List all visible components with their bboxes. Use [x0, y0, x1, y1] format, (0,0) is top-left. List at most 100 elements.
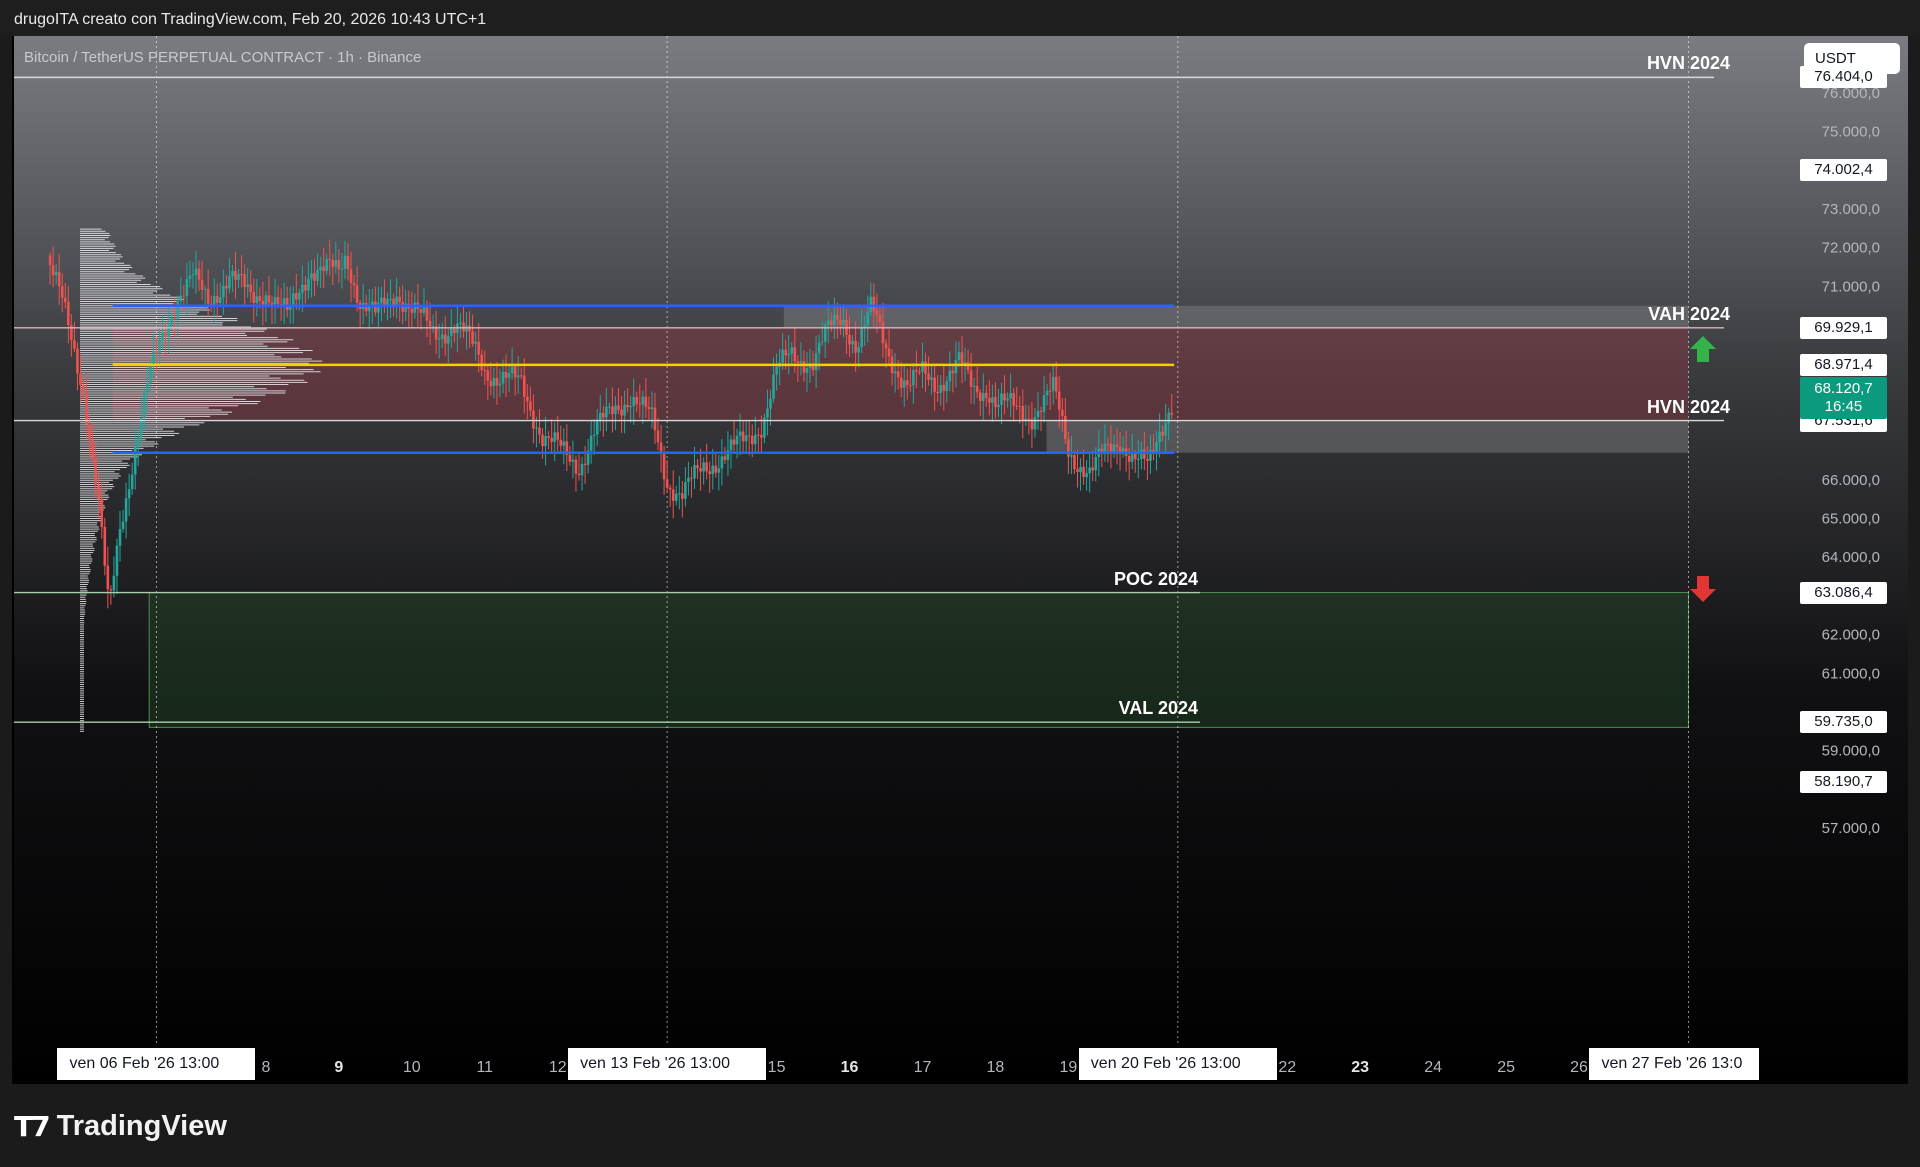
- candle-body: [328, 258, 332, 260]
- x-date-label: ven 06 Feb '26 13:00: [57, 1048, 256, 1080]
- candle-body: [115, 545, 119, 576]
- candle-body: [772, 374, 775, 399]
- candle-body: [352, 283, 356, 286]
- candle-body: [1158, 431, 1161, 443]
- price-axis-label: 69.929,1: [1800, 316, 1887, 339]
- candle-body: [951, 370, 955, 374]
- candle-body: [158, 341, 161, 353]
- tradingview-logo[interactable]: T7 TradingView: [14, 1110, 227, 1143]
- candle-body: [568, 454, 572, 462]
- candle-body: [1015, 405, 1019, 407]
- candle-body: [684, 481, 687, 499]
- candle-body: [173, 318, 177, 320]
- candle-body: [909, 385, 912, 387]
- candle-body: [605, 406, 608, 418]
- x-tick-label: 25: [1497, 1059, 1515, 1076]
- candle-body: [851, 340, 854, 345]
- candle-body: [924, 361, 927, 374]
- candle-body: [519, 375, 523, 377]
- candle-body: [826, 320, 830, 325]
- candle-body: [133, 447, 137, 475]
- candle-body: [276, 297, 280, 304]
- y-tick-label: 57.000,0: [1822, 820, 1880, 837]
- candle-body: [450, 328, 453, 336]
- candle-body: [942, 384, 946, 391]
- candle-body: [501, 371, 505, 384]
- candle-body: [744, 435, 748, 442]
- footer-bar: [0, 1084, 1920, 1167]
- x-tick-label: 17: [914, 1059, 932, 1076]
- y-tick-label: 66.000,0: [1822, 472, 1880, 489]
- candle-body: [112, 575, 116, 591]
- y-tick-label: 61.000,0: [1822, 665, 1880, 682]
- candle-body: [462, 322, 465, 332]
- candle-body: [842, 319, 845, 326]
- y-tick-label: 59.000,0: [1822, 743, 1880, 760]
- candle-body: [459, 322, 462, 324]
- candle-body: [887, 348, 891, 357]
- candle-body: [398, 296, 401, 303]
- candle-body: [1167, 412, 1170, 423]
- candle-body: [997, 404, 1000, 408]
- candle-body: [775, 366, 778, 375]
- candle-body: [541, 434, 544, 447]
- candle-body: [94, 456, 97, 486]
- candle-body: [690, 477, 693, 479]
- candle-body: [63, 297, 67, 303]
- x-tick-label: 9: [334, 1059, 343, 1076]
- candle-body: [237, 273, 240, 280]
- candle-body: [1143, 449, 1146, 459]
- candle-body: [492, 378, 496, 387]
- candle-body: [200, 279, 204, 290]
- x-tick-label: 22: [1278, 1059, 1296, 1076]
- candle-body: [769, 398, 772, 409]
- candle-body: [1170, 412, 1174, 415]
- candle-body: [544, 436, 547, 447]
- chart-canvas[interactable]: 76.000,075.000,073.000,072.000,071.000,0…: [14, 36, 1908, 1084]
- price-axis-label: 58.190,7: [1800, 770, 1887, 793]
- candle-body: [295, 293, 298, 300]
- candle-body: [829, 320, 833, 326]
- candle-body: [860, 327, 863, 348]
- current-price-value: 68.120,7: [1814, 379, 1873, 397]
- candle-body: [1079, 466, 1082, 472]
- header-bar: drugoITA creato con TradingView.com, Feb…: [0, 0, 1920, 36]
- candle-body: [556, 432, 560, 440]
- price-axis-label: 76.404,0: [1800, 66, 1887, 89]
- x-tick-label: 15: [768, 1059, 786, 1076]
- candle-body: [988, 398, 991, 403]
- candle-body: [553, 432, 556, 442]
- candle-body: [121, 521, 125, 530]
- candle-body: [1115, 444, 1119, 447]
- candle-body: [750, 436, 754, 445]
- candle-body: [805, 368, 809, 373]
- candle-body: [440, 334, 444, 339]
- candle-body: [617, 405, 620, 410]
- candle-body: [319, 266, 322, 271]
- candle-body: [723, 456, 727, 460]
- candle-body: [936, 391, 939, 394]
- candle-body: [231, 270, 234, 277]
- candle-body: [316, 270, 319, 281]
- x-date-label: ven 27 Feb '26 13:0: [1589, 1048, 1760, 1080]
- chart-background: [14, 36, 1908, 1084]
- candle-body: [446, 335, 450, 344]
- candle-body: [513, 366, 517, 378]
- candle-body: [957, 352, 961, 360]
- candle-body: [757, 434, 760, 436]
- candle-body: [1003, 393, 1006, 401]
- candle-body: [1164, 422, 1167, 436]
- candle-body: [872, 296, 876, 311]
- candle-body: [589, 435, 593, 451]
- candle-body: [796, 361, 800, 363]
- candle-body: [878, 314, 882, 322]
- candle-body: [267, 295, 271, 303]
- candle-body: [143, 391, 146, 419]
- candle-body: [671, 489, 675, 501]
- zone-red: [112, 327, 1689, 421]
- brand-text: TradingView: [56, 1110, 227, 1142]
- candle-body: [374, 301, 377, 313]
- candle-body: [161, 332, 164, 342]
- x-tick-label: 23: [1351, 1059, 1369, 1076]
- candle-body: [304, 284, 307, 291]
